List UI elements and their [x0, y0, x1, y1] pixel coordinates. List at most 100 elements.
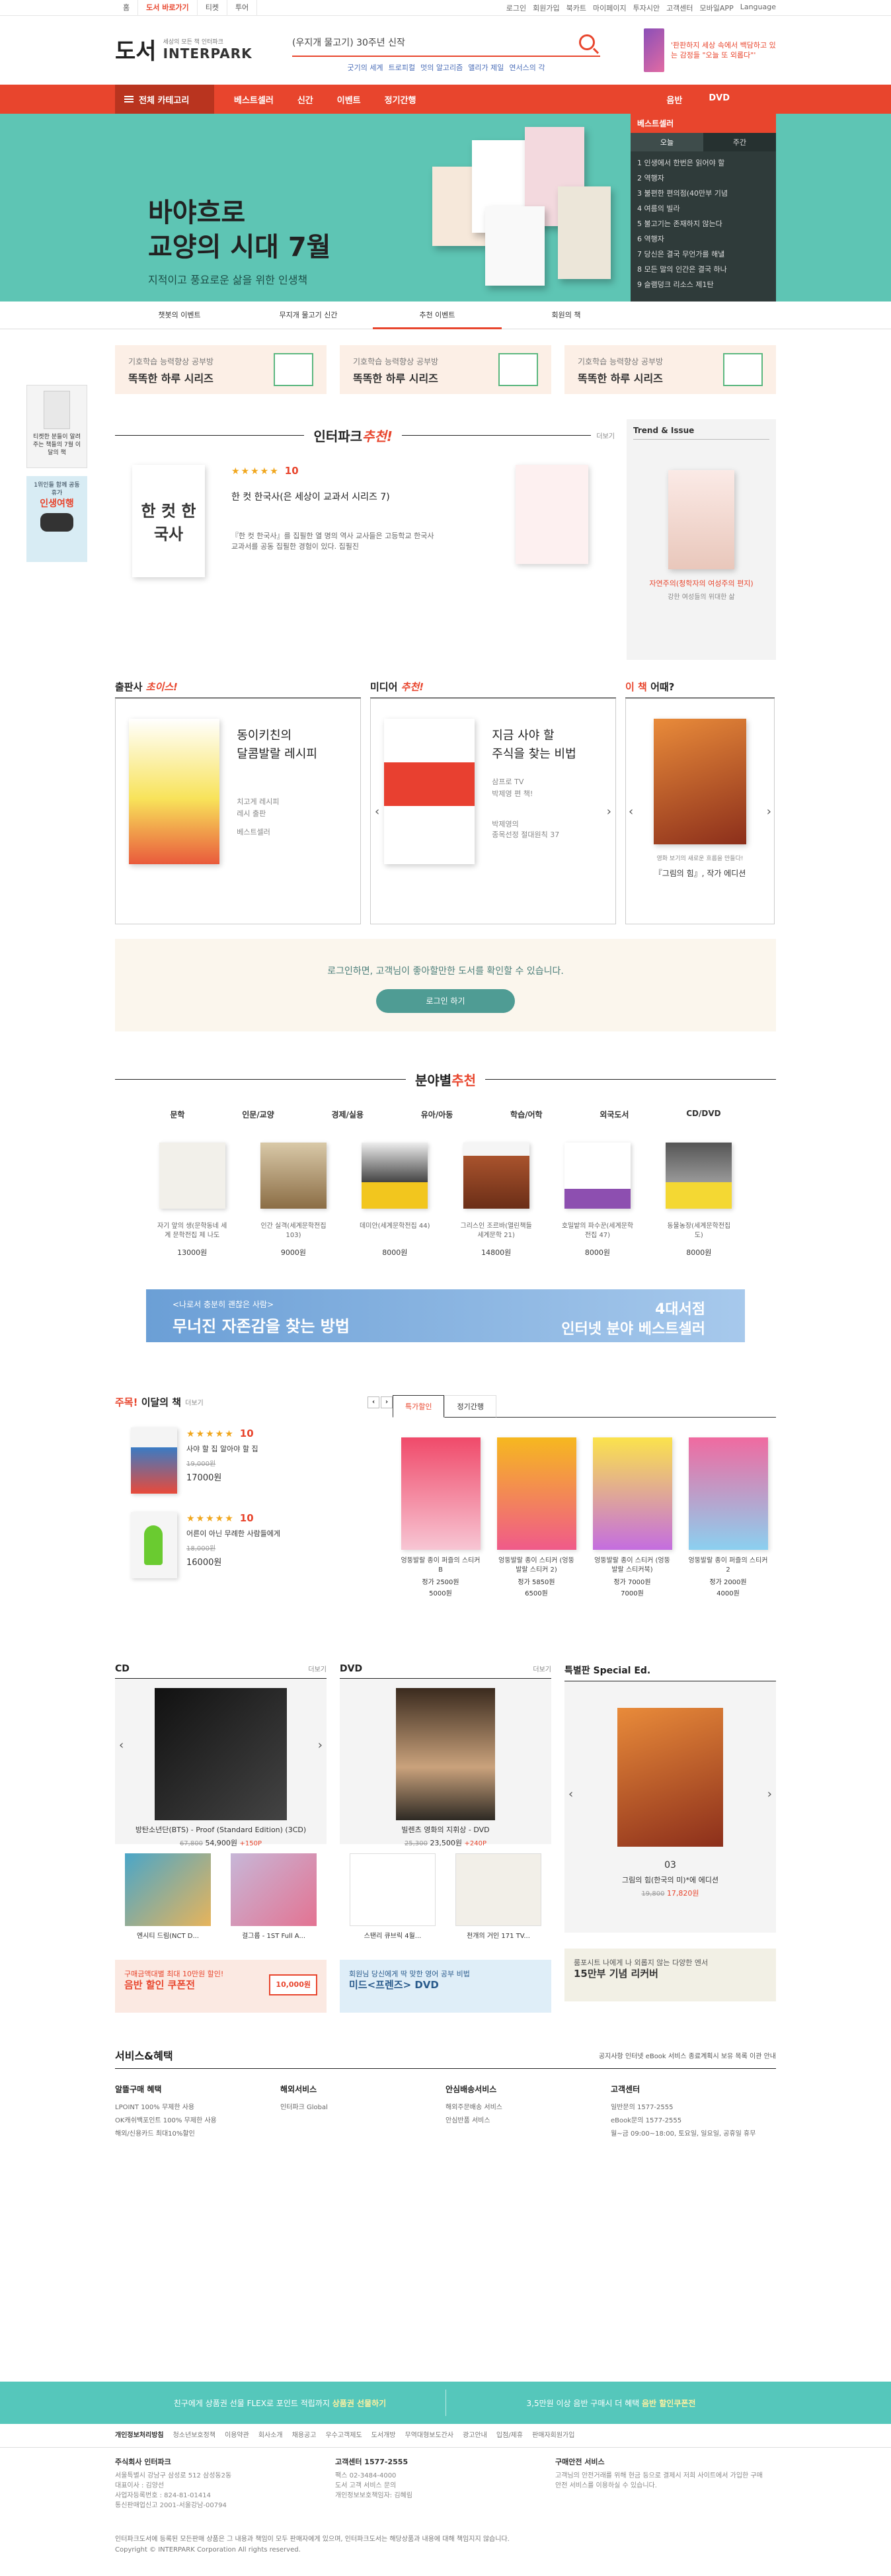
bestseller-item[interactable]: 7 당신은 결국 무언가를 해낼: [637, 247, 769, 262]
mypage-link[interactable]: 마이페이지: [593, 3, 627, 13]
field-tab[interactable]: CD/DVD: [686, 1109, 720, 1120]
promo-banner[interactable]: 기호학습 능력향상 공부방 똑똑한 하루 시리즈: [564, 345, 776, 394]
keyword[interactable]: 연서스의 각: [509, 62, 545, 73]
footer-link[interactable]: 광고안내: [463, 2424, 487, 2448]
more-link[interactable]: 더보기: [308, 1664, 327, 1674]
service-line[interactable]: 해외주문배송 서비스: [446, 2101, 611, 2114]
nav-bestseller[interactable]: 베스트셀러: [234, 93, 274, 106]
next-book-cover[interactable]: [516, 465, 588, 564]
field-book[interactable]: 호밀밭의 파수꾼(세계문학전집 47) 8000원: [561, 1143, 634, 1258]
album-item[interactable]: 엔시티 드림(NCT D...: [125, 1853, 211, 1940]
field-tab[interactable]: 외국도서: [600, 1109, 629, 1120]
field-book[interactable]: 데미안(세계문학전집 44) 8000원: [358, 1143, 431, 1258]
more-link[interactable]: 더보기: [533, 1664, 551, 1674]
gift-card-promo[interactable]: 친구에게 상품권 선물 FLEX로 포인트 적립까지 상품권 선물하기: [115, 2397, 446, 2409]
month-book[interactable]: ★★★★★ 10 어른이 아닌 무례한 사람들에게 18,000원 16000원: [131, 1512, 393, 1578]
field-tab[interactable]: 학습/어학: [510, 1109, 543, 1120]
special-edition-item[interactable]: ‹ 03 그림의 힘(한국의 미)*에 에디션 19,800 17,820원 ›: [564, 1681, 776, 1933]
login-link[interactable]: 로그인: [506, 3, 526, 13]
tab-today[interactable]: 오늘: [631, 133, 703, 151]
book-cover[interactable]: [654, 719, 746, 844]
help-link[interactable]: 고객센터: [666, 3, 693, 13]
chevron-left-icon[interactable]: ‹: [629, 805, 633, 819]
chevron-left-icon[interactable]: ‹: [375, 805, 379, 819]
chevron-right-icon[interactable]: ›: [767, 1787, 772, 1801]
promo-banner[interactable]: 기호학습 능력향상 공부방 똑똑한 하루 시리즈: [340, 345, 551, 394]
keyword[interactable]: 굿기의 세계: [347, 62, 383, 73]
footer-link[interactable]: 개인정보처리방침: [115, 2424, 164, 2448]
hero-tab[interactable]: 추천 이벤트: [373, 302, 502, 329]
recover-banner[interactable]: 룸포시트 나에게 나 외롭지 않는 다양한 엔서 15만부 기념 리커버: [564, 1949, 776, 2001]
logo[interactable]: 도서 세상의 모든 책 인터파크 INTERPARK: [115, 33, 252, 65]
service-line[interactable]: LPOINT 100% 무제한 사용: [115, 2101, 280, 2114]
chevron-left-icon[interactable]: ‹: [119, 1738, 124, 1752]
sale-item[interactable]: 엉뚱발랄 종이 퍼즐의 스티커 2 정가 2000원 4000원: [688, 1437, 768, 1597]
service-line[interactable]: 안심반품 서비스: [446, 2114, 611, 2128]
album-item[interactable]: 걸그룹 - 1ST Full A...: [231, 1853, 317, 1940]
featured-album[interactable]: ‹ 방탄소년단(BTS) - Proof (Standard Edition) …: [115, 1679, 327, 1847]
field-tab[interactable]: 유아/아동: [421, 1109, 453, 1120]
keyword[interactable]: 멋의 알고리즘: [420, 62, 463, 73]
all-category-button[interactable]: 전체 카테고리: [115, 85, 214, 114]
app-link[interactable]: 모바일APP: [700, 3, 734, 13]
chevron-left-icon[interactable]: ‹: [368, 1396, 379, 1408]
footer-link[interactable]: 청소년보호정책: [173, 2424, 215, 2448]
tab-weekly[interactable]: 주간: [703, 133, 776, 151]
chevron-right-icon[interactable]: ›: [318, 1738, 323, 1752]
footer-link[interactable]: 채용공고: [292, 2424, 317, 2448]
hero-tab[interactable]: 회원의 책: [502, 302, 631, 329]
bestseller-item[interactable]: 3 불편한 편의점(40만부 기념: [637, 186, 769, 201]
service-line[interactable]: 해외/신용카드 최대10%할인: [115, 2128, 280, 2141]
hero-tab[interactable]: 무지개 물고기 신간: [244, 302, 373, 329]
hero-banner[interactable]: 바야흐로 교양의 시대 7월 지적이고 풍요로운 삶을 위한 인생책 베스트셀러…: [0, 114, 891, 302]
bestseller-item[interactable]: 4 여름의 빌라: [637, 201, 769, 216]
book-cover[interactable]: [129, 719, 220, 864]
more-link[interactable]: 더보기: [185, 1397, 204, 1407]
keyword[interactable]: 트로피컬: [389, 62, 415, 73]
keyword[interactable]: 앨리가 제일: [468, 62, 504, 73]
side-banner-book[interactable]: 티켓한 분들이 알려주는 책들의 7월 이달의 책: [26, 385, 87, 468]
pick-title[interactable]: 동이키친의 달콤발랄 레시피: [237, 727, 347, 764]
chevron-right-icon[interactable]: ›: [381, 1396, 393, 1408]
promo-banner[interactable]: 기호학습 능력향상 공부방 똑똑한 하루 시리즈: [115, 345, 327, 394]
hero-tab[interactable]: 챗봇의 이벤트: [115, 302, 244, 329]
book-title[interactable]: 한 컷 한국사(은 세상이 교과서 시리즈 7): [231, 490, 443, 503]
more-link[interactable]: 더보기: [596, 430, 615, 440]
bestseller-item[interactable]: 8 모든 말의 인간은 결국 하나: [637, 262, 769, 277]
bestseller-item[interactable]: 6 역행자: [637, 231, 769, 247]
util-home[interactable]: 홈: [115, 0, 139, 16]
nav-event[interactable]: 이벤트: [337, 93, 361, 106]
footer-link[interactable]: 회사소개: [258, 2424, 283, 2448]
field-book[interactable]: 동물농장(세계문학전집 도) 8000원: [662, 1143, 735, 1258]
nav-dvd[interactable]: DVD: [709, 93, 730, 106]
book-cover[interactable]: 한 컷 한국사: [132, 465, 205, 577]
search-icon[interactable]: [579, 34, 595, 50]
nav-new[interactable]: 신간: [297, 93, 313, 106]
language-link[interactable]: Language: [740, 3, 776, 13]
nav-music[interactable]: 음반: [666, 93, 682, 106]
footer-link[interactable]: 판매자회원가입: [532, 2424, 574, 2448]
login-button[interactable]: 로그인 하기: [376, 989, 515, 1013]
footer-link[interactable]: 무역대형보도간사: [405, 2424, 453, 2448]
field-tab[interactable]: 경제/실용: [331, 1109, 364, 1120]
pick-title[interactable]: 지금 사야 할 주식을 찾는 비법: [492, 727, 602, 764]
dvd-item[interactable]: 천개의 거인 171 TV...: [455, 1853, 541, 1940]
tab-special-sale[interactable]: 특가할인: [393, 1395, 445, 1418]
trend-title[interactable]: 자연주의(청학자의 여성주의 편지): [633, 579, 769, 588]
footer-link[interactable]: 도서개방: [371, 2424, 396, 2448]
pick-title[interactable]: 『그림의 힘』, 작가 에디션: [654, 867, 746, 879]
sale-item[interactable]: 엉뚱발랄 종이 퍼즐의 스티커 B 정가 2500원 5000원: [401, 1437, 481, 1597]
bestseller-banner[interactable]: <나로서 충분히 괜찮은 사람> 무너진 자존감을 찾는 방법 4대서점 인터넷…: [146, 1289, 745, 1342]
chevron-right-icon[interactable]: ›: [607, 805, 611, 819]
bestseller-item[interactable]: 1 인생에서 한번은 읽어야 할: [637, 155, 769, 171]
sale-item[interactable]: 엉뚱발랄 종이 스티커 (엉뚱발랄 스티커북) 정가 7000원 7000원: [592, 1437, 672, 1597]
cart-link[interactable]: 북카트: [566, 3, 586, 13]
nav-periodical[interactable]: 정기간행: [385, 93, 416, 106]
month-book[interactable]: ★★★★★ 10 사야 할 집 알아야 할 집 19,000원 17000원: [131, 1428, 393, 1494]
tab-periodical[interactable]: 정기간행: [444, 1395, 496, 1418]
util-ticket[interactable]: 티켓: [198, 0, 227, 16]
field-tab[interactable]: 인문/교양: [242, 1109, 274, 1120]
dvd-banner[interactable]: 회원님 당신에게 딱 맞한 영어 공부 비법 미드<프렌즈> DVD: [340, 1960, 551, 2013]
footer-link[interactable]: 입점/제휴: [496, 2424, 523, 2448]
side-banner-travel[interactable]: 1위인들 함께 공동휴가 인생여행: [26, 476, 87, 562]
